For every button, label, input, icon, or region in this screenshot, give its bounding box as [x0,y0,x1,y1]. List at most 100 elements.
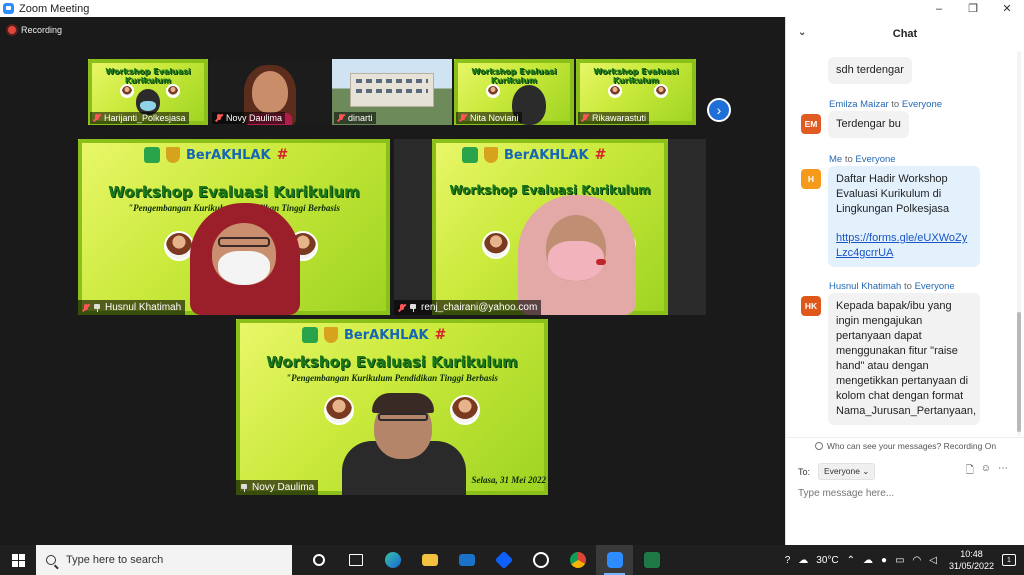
thumbnail-tile[interactable]: Workshop Evaluasi Kurikulum Nita Noviani [454,59,574,125]
windows-taskbar: Type here to search ? ☁ 30°C ⌃ ☁ ● ▭ ◠ ◁… [0,545,1024,575]
video-tile-husnul[interactable]: BerAKHLAK # Workshop Evaluasi Kurikulum … [78,139,390,315]
muted-mic-icon [93,114,101,122]
taskbar-search[interactable]: Type here to search [36,545,292,575]
slide-logos: BerAKHLAK # [462,147,606,163]
chat-message: Terdengar bu [828,111,909,138]
who-can-see-info[interactable]: Who can see your messages? Recording On [786,437,1024,453]
clock-date: 31/05/2022 [948,561,994,571]
clock-time: 10:48 [960,549,983,559]
recipient-row: To: Everyone ⌄ [798,463,876,480]
dropbox-icon[interactable] [485,545,522,575]
bangga-logo: # [434,327,447,343]
taskbar-clock[interactable]: 10:48 31/05/2022 [949,548,994,572]
participant-video [182,199,308,315]
bangga-logo: # [276,147,289,163]
video-tile-novy[interactable]: BerAKHLAK # Workshop Evaluasi Kurikulum … [236,319,548,495]
chevron-down-icon[interactable]: ⌄ [798,27,806,38]
participant-name-label: Husnul Khatimah [78,300,186,315]
thumbnail-tile[interactable]: Workshop Evaluasi Kurikulum Rikawarastut… [576,59,696,125]
participant-name-label: renj_chairani@yahoo.com [394,300,542,315]
avatar: EM [801,114,821,134]
message-sender: Emilza Maizar to Everyone [829,99,943,110]
slide-title: Workshop Evaluasi Kurikulum [105,67,191,85]
attendance-link[interactable]: https://forms.gle/eUXWoZyLzc4gcrrUA [836,231,972,261]
microphone-icon[interactable]: ● [881,555,887,566]
participant-name-label: Novy Daulima [236,480,319,495]
speaker-photo [482,231,510,259]
participant-name-label: Harijanti_Polkesjasa [90,112,189,124]
next-page-button[interactable]: › [707,98,731,122]
speaker-photo [166,84,180,98]
zoom-logo-icon [3,3,14,14]
window-title: Zoom Meeting [19,2,90,15]
to-label: To: [798,466,811,477]
muted-mic-icon [215,114,223,122]
berakhlak-logo: BerAKHLAK [504,147,589,163]
speaker-photo [654,84,668,98]
avatar: HK [801,296,821,316]
volume-icon[interactable]: ◁ [929,555,937,566]
video-gallery: Recording Workshop Evaluasi Kurikulum Ha… [0,17,785,545]
more-icon[interactable]: ⋯ [998,463,1008,480]
chat-message: Daftar Hadir Workshop Evaluasi Kurikulum… [828,166,980,267]
berakhlak-logo: BerAKHLAK [186,147,271,163]
chrome-icon[interactable] [559,545,596,575]
task-view-icon[interactable] [337,545,374,575]
slide-title: Workshop Evaluasi Kurikulum [266,353,518,371]
help-icon[interactable]: ? [785,555,791,566]
pin-icon [240,483,248,492]
chat-message-input[interactable] [798,485,1013,501]
file-explorer-icon[interactable] [411,545,448,575]
recording-label: Recording [21,25,63,35]
mail-icon[interactable] [448,545,485,575]
emoji-icon[interactable]: ☺ [981,463,991,480]
speaker-photo [608,84,622,98]
message-sender: Husnul Khatimah to Everyone [829,281,955,292]
edge-icon[interactable] [374,545,411,575]
thumbnail-tile[interactable]: Workshop Evaluasi Kurikulum Harijanti_Po… [88,59,208,125]
participant-name-label: Novy Daulima [212,112,286,124]
search-icon [46,555,56,565]
participant-name-label: Nita Noviani [456,112,522,124]
cortana-icon[interactable] [300,545,337,575]
system-tray: ? ☁ 30°C ⌃ ☁ ● ▭ ◠ ◁ 10:48 31/05/2022 1 [781,545,1024,575]
temperature-label[interactable]: 30°C [816,555,838,566]
chat-message: Kepada bapak/ibu yang ingin mengajukan p… [828,293,980,425]
recording-indicator[interactable]: Recording [8,25,62,35]
close-button[interactable]: ✕ [990,0,1024,17]
participant-video [512,195,642,315]
start-button[interactable] [0,545,36,575]
thumbnail-tile[interactable]: dinarti [332,59,452,125]
app-icon[interactable] [522,545,559,575]
kemenkes-logo-icon [462,147,478,163]
wifi-icon[interactable]: ◠ [913,555,922,566]
chat-messages[interactable]: sdh terdengar Emilza Maizar to Everyone … [786,51,1024,437]
chat-scrollbar-thumb[interactable] [1017,312,1021,432]
chat-panel: ⌄ Chat sdh terdengar Emilza Maizar to Ev… [785,17,1024,545]
maximize-button[interactable]: ❐ [956,0,990,17]
chat-title: Chat [892,28,918,40]
file-icon[interactable]: 🗋 [966,463,974,480]
minimize-button[interactable]: – [922,0,956,17]
record-icon [8,26,16,34]
slide-title: Workshop Evaluasi Kurikulum [593,67,679,85]
message-sender: Me to Everyone [829,154,896,165]
kemenkes-logo-icon [144,147,160,163]
chat-tools: 🗋 ☺ ⋯ [966,463,1008,480]
slide-logos: BerAKHLAK # [144,147,288,163]
kemenkes-logo-icon [302,327,318,343]
network-icon[interactable]: ▭ [895,555,904,566]
chevron-up-icon[interactable]: ⌃ [847,555,855,566]
recipient-select[interactable]: Everyone ⌄ [818,463,876,480]
notification-icon[interactable]: 1 [1002,554,1016,566]
thumbnail-tile[interactable]: Novy Daulima [210,59,330,125]
weather-icon[interactable]: ☁ [798,555,808,566]
muted-mic-icon [82,303,90,312]
zoom-taskbar-icon[interactable] [596,545,633,575]
bangga-logo: # [594,147,607,163]
visibility-icon [814,441,823,450]
cloud-icon[interactable]: ☁ [863,555,873,566]
excel-icon[interactable] [633,545,670,575]
video-tile-renj[interactable]: BerAKHLAK # Workshop Evaluasi Kurikulum … [394,139,706,315]
berakhlak-logo: BerAKHLAK [344,327,429,343]
